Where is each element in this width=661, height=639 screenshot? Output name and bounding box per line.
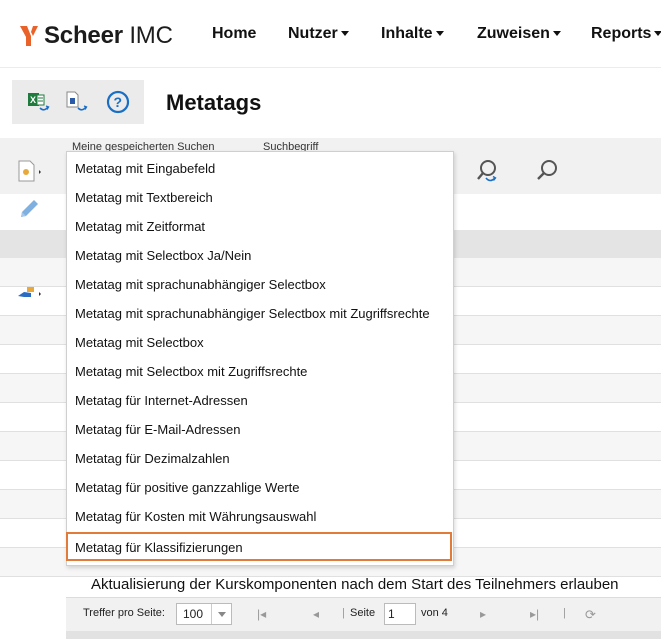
first-page-button[interactable]: |◂: [257, 607, 266, 621]
nav-nutzer[interactable]: Nutzer: [288, 25, 349, 43]
chevron-down-icon: [340, 31, 349, 37]
page-label: Seite: [350, 607, 376, 619]
next-page-button[interactable]: ▸: [480, 607, 486, 621]
page-count-label: von 4: [421, 607, 448, 619]
menu-item[interactable]: Metatag für Dezimalzahlen: [67, 443, 453, 472]
chevron-down-icon: [654, 31, 661, 37]
refresh-icon[interactable]: ⟳: [585, 607, 596, 623]
menu-item[interactable]: Metatag für Kosten mit Währungsauswahl: [67, 501, 453, 530]
menu-item-selected[interactable]: Metatag für Klassifizierungen: [66, 532, 452, 561]
chevron-down-icon: [435, 31, 444, 37]
per-page-select[interactable]: 100: [176, 603, 232, 625]
menu-item[interactable]: Metatag mit Eingabefeld: [67, 153, 453, 182]
nav-home[interactable]: Home: [212, 25, 256, 43]
logo[interactable]: Scheer IMC: [18, 22, 173, 50]
separator: |: [563, 607, 566, 619]
menu-item[interactable]: Metatag mit Selectbox: [67, 327, 453, 356]
separator: |: [342, 607, 345, 619]
nav-inhalte[interactable]: Inhalte: [381, 25, 444, 43]
menu-item[interactable]: Metatag für E-Mail-Adressen: [67, 414, 453, 443]
svg-text:?: ?: [114, 94, 123, 110]
edit-icon[interactable]: [16, 196, 42, 222]
chevron-down-icon: [552, 31, 561, 37]
top-navigation-bar: Scheer IMC Home Nutzer Inhalte Zuweisen …: [0, 0, 661, 68]
new-metatag-dropdown-menu: Metatag mit Eingabefeld Metatag mit Text…: [66, 151, 454, 566]
svg-text:X: X: [30, 95, 36, 105]
search-icon[interactable]: [534, 158, 560, 184]
nav-zuweisen[interactable]: Zuweisen: [477, 25, 561, 43]
excel-export-icon[interactable]: X: [26, 90, 50, 114]
scheer-logo-icon: [20, 26, 38, 46]
page-title: Metatags: [166, 90, 262, 115]
logo-text: Scheer IMC: [44, 22, 173, 49]
menu-item[interactable]: Metatag mit sprachunabhängiger Selectbox…: [67, 298, 453, 327]
chevron-down-icon: [211, 604, 231, 624]
menu-item[interactable]: Metatag mit Selectbox Ja/Nein: [67, 240, 453, 269]
nav-reports[interactable]: Reports: [591, 25, 661, 43]
table-row-text[interactable]: Aktualisierung der Kurskomponenten nach …: [91, 576, 619, 593]
menu-item[interactable]: Metatag für positive ganzzahlige Werte: [67, 472, 453, 501]
menu-item[interactable]: Metatag mit Textbereich: [67, 182, 453, 211]
menu-item[interactable]: Metatag mit Selectbox mit Zugriffsrechte: [67, 356, 453, 385]
scrollbar-track[interactable]: [66, 631, 661, 639]
previous-page-button[interactable]: ◂: [313, 607, 319, 621]
menu-item[interactable]: Metatag für Internet-Adressen: [67, 385, 453, 414]
per-page-label: Treffer pro Seite:: [83, 607, 165, 619]
new-document-icon[interactable]: [16, 158, 42, 184]
advanced-search-icon[interactable]: [474, 158, 500, 184]
pagination-bar: Treffer pro Seite: 100 |◂ ◂ | Seite 1 vo…: [66, 597, 661, 631]
last-page-button[interactable]: ▸|: [530, 607, 539, 621]
menu-item[interactable]: Metatag mit Zeitformat: [67, 211, 453, 240]
help-icon[interactable]: ?: [106, 90, 130, 114]
page-number-input[interactable]: 1: [384, 603, 416, 625]
header-icon-toolbar: X ?: [12, 80, 144, 124]
document-export-icon[interactable]: [64, 90, 88, 114]
menu-item[interactable]: Metatag mit sprachunabhängiger Selectbox: [67, 269, 453, 298]
